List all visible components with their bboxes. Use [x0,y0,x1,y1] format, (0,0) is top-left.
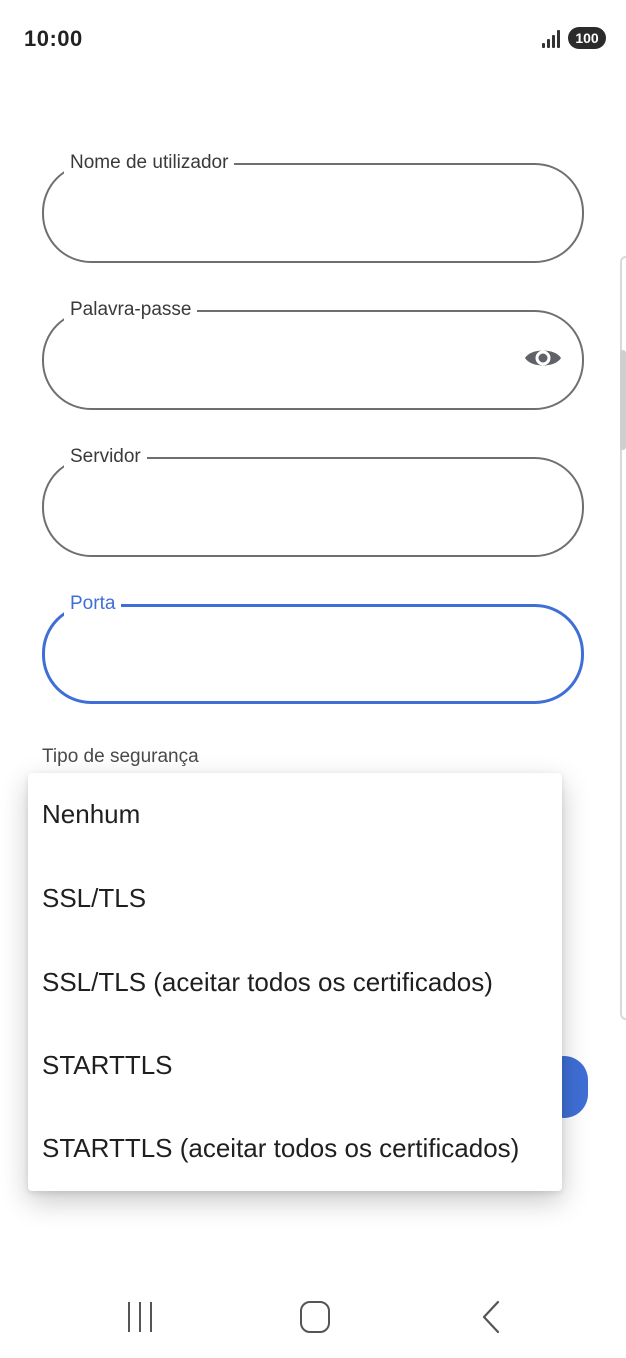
menu-item-label: Nenhum [42,799,141,829]
username-field[interactable]: Nome de utilizador [42,151,584,263]
eye-icon[interactable] [524,344,562,372]
menu-item-nenhum[interactable]: Nenhum [28,773,562,857]
password-label: Palavra-passe [64,298,198,322]
security-type-dropdown-menu: Nenhum SSL/TLS SSL/TLS (aceitar todos os… [28,773,562,1191]
navigation-bar [0,1280,626,1358]
port-field[interactable]: Porta [42,592,584,704]
home-icon[interactable] [300,1301,330,1333]
back-icon[interactable] [478,1300,504,1334]
menu-item-label: STARTTLS [42,1050,173,1080]
menu-item-label: SSL/TLS [42,883,147,913]
server-field[interactable]: Servidor [42,445,584,557]
battery-indicator: 100 [568,27,606,49]
server-label: Servidor [64,445,147,469]
menu-item-label: STARTTLS (aceitar todos os certificados) [42,1133,520,1163]
status-bar: 10:00 100 [0,0,626,78]
username-label: Nome de utilizador [64,151,235,175]
port-input-outline[interactable] [42,604,584,704]
menu-item-ssl-tls[interactable]: SSL/TLS [28,857,562,941]
menu-item-ssl-tls-accept-all[interactable]: SSL/TLS (aceitar todos os certificados) [28,941,562,1025]
recents-icon[interactable] [126,1302,154,1332]
menu-item-label: SSL/TLS (aceitar todos os certificados) [42,967,493,997]
menu-item-starttls-accept-all[interactable]: STARTTLS (aceitar todos os certificados) [28,1107,562,1191]
username-input-outline[interactable] [42,163,584,263]
signal-icon [542,30,564,48]
scrollbar-thumb[interactable] [620,350,626,450]
password-input-outline[interactable] [42,310,584,410]
port-label: Porta [64,592,122,616]
security-type-label: Tipo de segurança [42,746,199,767]
menu-item-starttls[interactable]: STARTTLS [28,1024,562,1108]
server-input-outline[interactable] [42,457,584,557]
status-time: 10:00 [24,26,83,51]
password-field[interactable]: Palavra-passe [42,298,584,410]
